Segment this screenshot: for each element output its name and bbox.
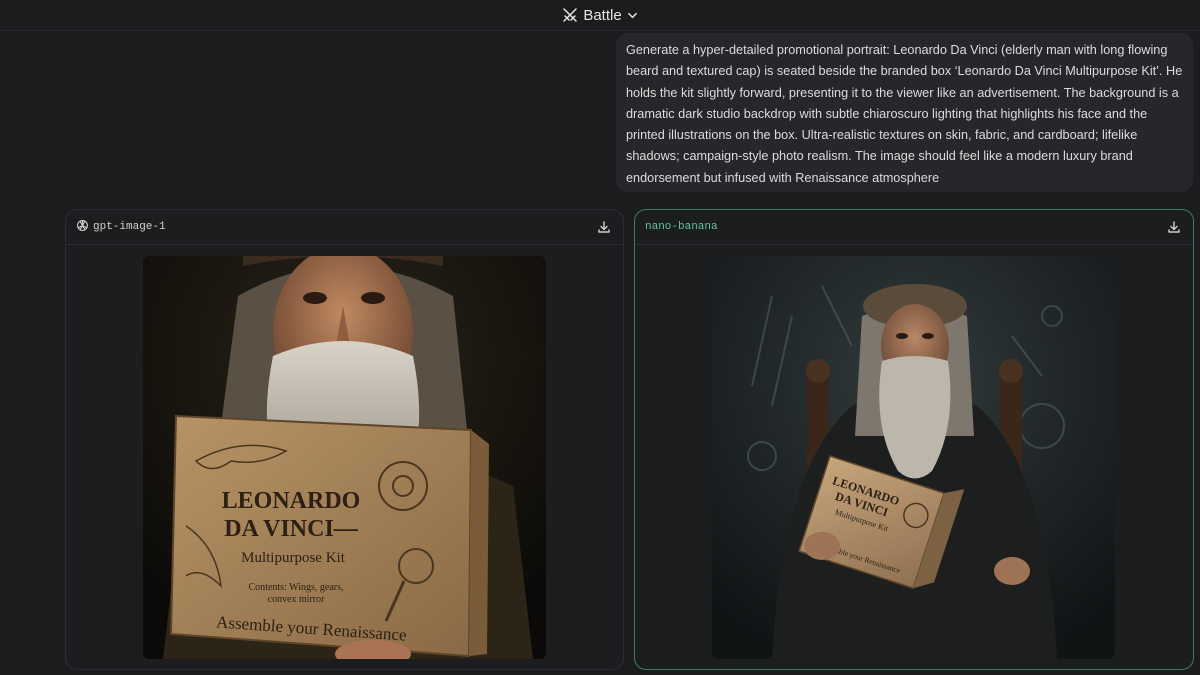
crossed-swords-icon bbox=[562, 7, 578, 23]
panel-header: nano-banana bbox=[635, 210, 1193, 245]
download-icon[interactable] bbox=[1166, 219, 1182, 235]
panel-header: gpt-image-1 bbox=[66, 210, 623, 245]
chevron-down-icon bbox=[627, 10, 638, 21]
generated-image-gpt[interactable]: LEONARDO DA VINCI— Multipurpose Kit Cont… bbox=[143, 256, 546, 659]
mode-label: Battle bbox=[583, 6, 622, 24]
result-panel-nano-banana[interactable]: nano-banana LEONARDO DA VINCI Multipurpo… bbox=[634, 209, 1194, 670]
box-title-line2: DA VINCI— bbox=[224, 516, 359, 542]
box-contents-line2: convex mirror bbox=[268, 594, 326, 605]
mode-selector[interactable]: Battle bbox=[562, 7, 637, 24]
top-bar: Battle bbox=[0, 0, 1200, 31]
user-prompt-message: Generate a hyper-detailed promotional po… bbox=[616, 33, 1193, 192]
box-contents-line1: Contents: Wings, gears, bbox=[249, 582, 344, 593]
download-icon[interactable] bbox=[596, 219, 612, 235]
model-label: gpt-image-1 bbox=[93, 221, 166, 233]
openai-logo-icon bbox=[76, 219, 89, 236]
model-name: nano-banana bbox=[645, 221, 718, 233]
box-title-line1: LEONARDO bbox=[222, 488, 361, 514]
result-panel-gpt-image-1[interactable]: gpt-image-1 LEONARDO DA VINCI— Multipurp… bbox=[65, 209, 624, 670]
model-name: gpt-image-1 bbox=[76, 219, 166, 236]
model-label: nano-banana bbox=[645, 221, 718, 233]
generated-image-nano-banana[interactable]: LEONARDO DA VINCI Multipurpose Kit Assem… bbox=[712, 256, 1115, 659]
box-subtitle: Multipurpose Kit bbox=[241, 550, 346, 566]
